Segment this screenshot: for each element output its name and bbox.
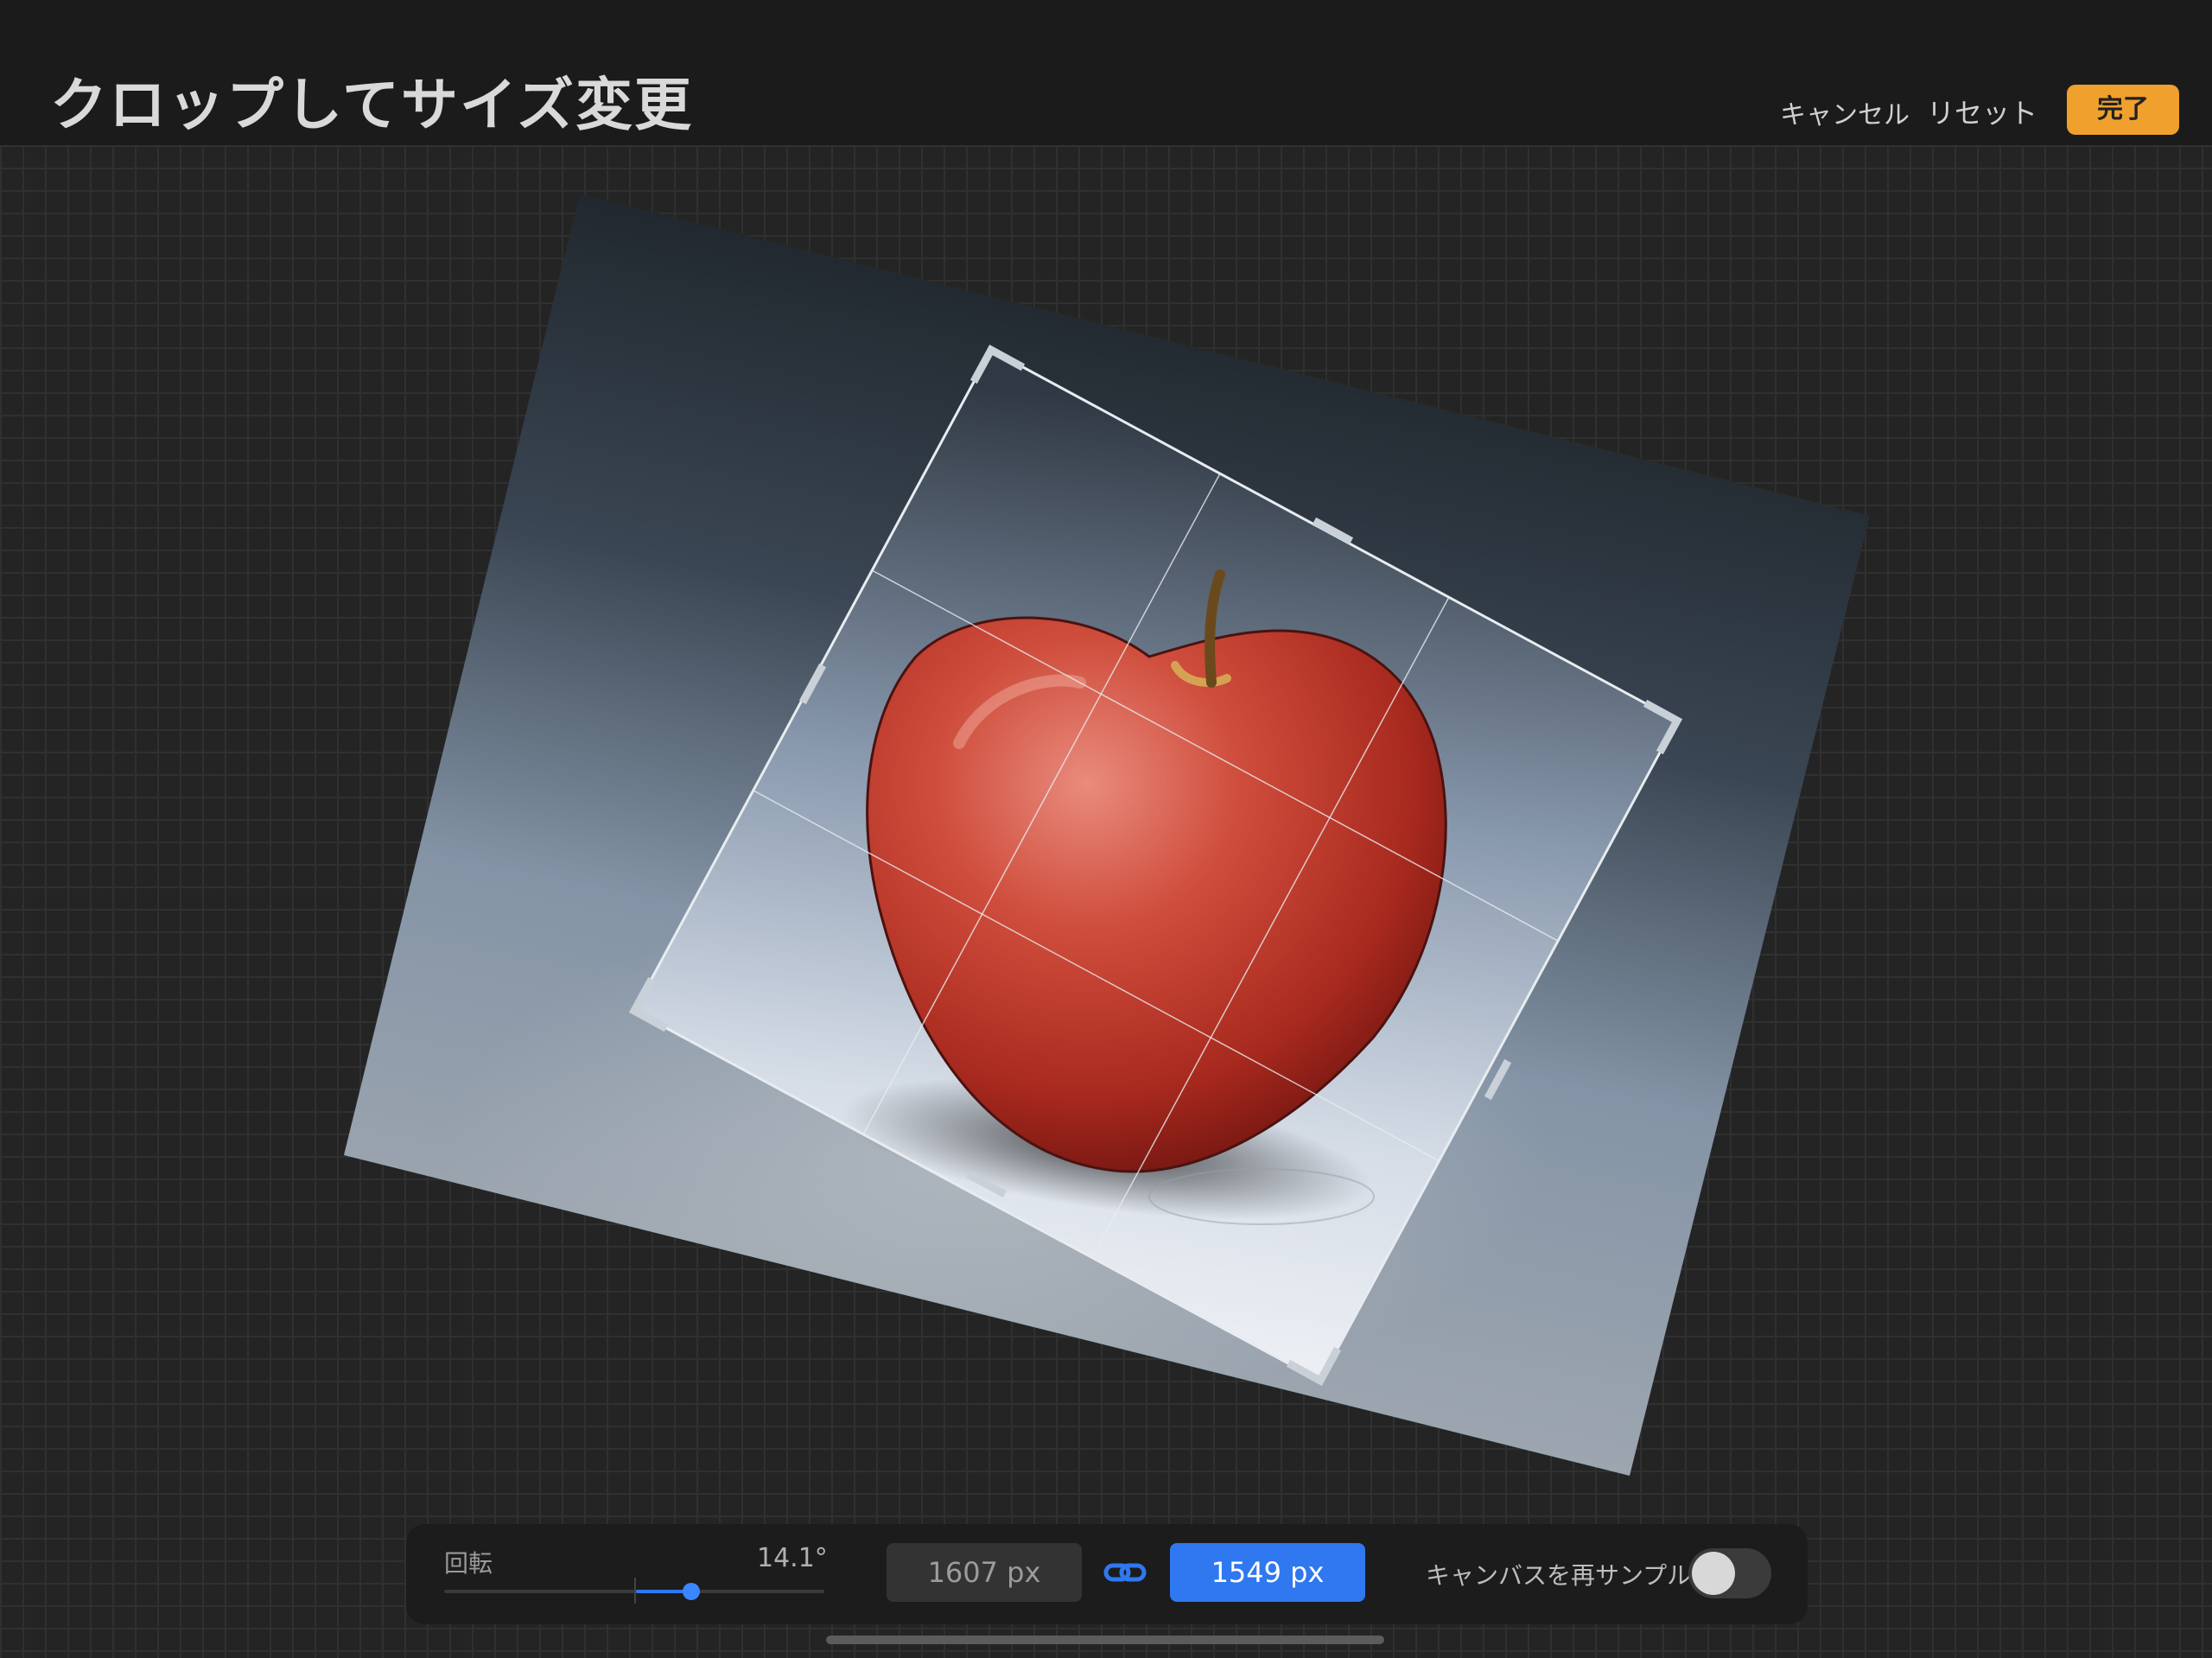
canvas-view [344,194,1870,1476]
resample-toggle[interactable] [1688,1548,1771,1598]
rotation-label: 回転 [444,1549,493,1578]
reset-button[interactable]: リセット [1927,92,2037,131]
header-bar: クロップしてサイズ変更 キャンセル リセット 完了 [0,0,2212,145]
page-title: クロップしてサイズ変更 [50,72,694,138]
cancel-button[interactable]: キャンセル [1780,93,1910,131]
toggle-knob [1692,1552,1735,1595]
resample-label: キャンバスを再サンプル [1426,1561,1692,1590]
chain-link-icon[interactable] [1103,1555,1147,1590]
width-field[interactable]: 1607 px [887,1543,1082,1602]
height-field[interactable]: 1549 px [1170,1543,1365,1602]
canvas-workspace [0,145,2212,1658]
crop-controls-panel: 回転 14.1° 1607 px 1549 px キャンバスを再サンプル [406,1524,1808,1624]
rotation-slider-knob[interactable] [683,1583,700,1600]
rotation-value: 14.1° [757,1543,828,1573]
home-indicator[interactable] [826,1636,1384,1644]
done-button[interactable]: 完了 [2067,85,2179,135]
